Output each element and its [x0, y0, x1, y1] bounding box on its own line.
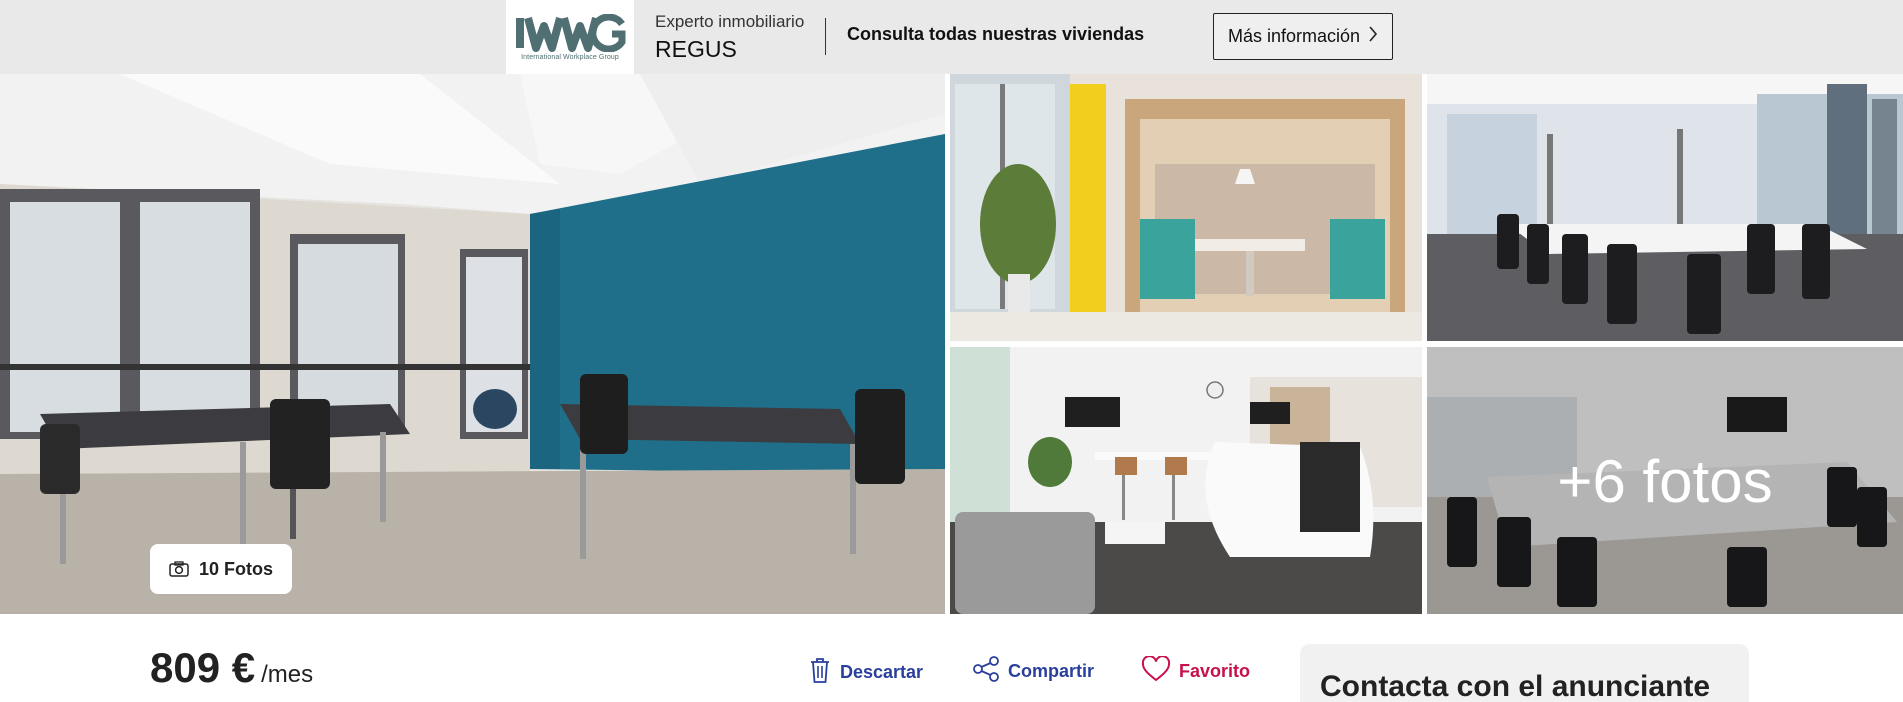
discard-button[interactable]: Descartar	[808, 656, 923, 689]
iwg-logo-icon	[514, 13, 626, 52]
trash-icon	[808, 656, 832, 689]
consulta-link[interactable]: Consulta todas nuestras viviendas	[847, 24, 1144, 45]
chevron-right-icon	[1368, 26, 1378, 47]
logo-tagline: International Workplace Group	[521, 53, 619, 61]
price-value: 809 €	[150, 644, 256, 691]
expert-label: Experto inmobiliario	[655, 12, 805, 31]
share-button[interactable]: Compartir	[972, 656, 1094, 687]
photo-count-button[interactable]: 10 Fotos	[150, 544, 292, 594]
agency-name[interactable]: REGUS	[655, 36, 804, 63]
favorite-button[interactable]: Favorito	[1141, 655, 1251, 687]
contact-card: Contacta con el anunciante	[1300, 644, 1749, 702]
listing-price: 809 € /mes	[150, 644, 313, 692]
contact-title: Contacta con el anunciante	[1320, 670, 1711, 702]
divider	[825, 18, 826, 55]
heart-icon	[1141, 655, 1171, 687]
gallery-photo[interactable]	[950, 74, 1422, 341]
more-photos-label: +6 fotos	[1557, 448, 1773, 515]
camera-icon	[169, 561, 189, 577]
gallery-photo[interactable]	[950, 347, 1422, 614]
more-info-button[interactable]: Más información	[1213, 13, 1393, 60]
discard-label: Descartar	[840, 662, 924, 682]
main-photo[interactable]: 10 Fotos	[0, 74, 945, 614]
share-label: Compartir	[1008, 661, 1095, 681]
more-info-label: Más información	[1227, 26, 1361, 46]
photo-count-label: 10 Fotos	[198, 558, 273, 579]
agency-logo[interactable]: International Workplace Group	[506, 0, 634, 74]
photo-gallery: 10 Fotos +6 fotos	[0, 74, 1903, 614]
price-unit: /mes	[261, 661, 314, 688]
agency-info: Experto inmobiliario REGUS	[655, 12, 804, 63]
favorite-label: Favorito	[1179, 661, 1251, 681]
gallery-photo[interactable]	[1427, 74, 1903, 341]
share-icon	[972, 656, 1000, 687]
more-photos-tile[interactable]: +6 fotos	[1427, 347, 1903, 614]
advertiser-banner: International Workplace Group Experto in…	[0, 0, 1903, 74]
